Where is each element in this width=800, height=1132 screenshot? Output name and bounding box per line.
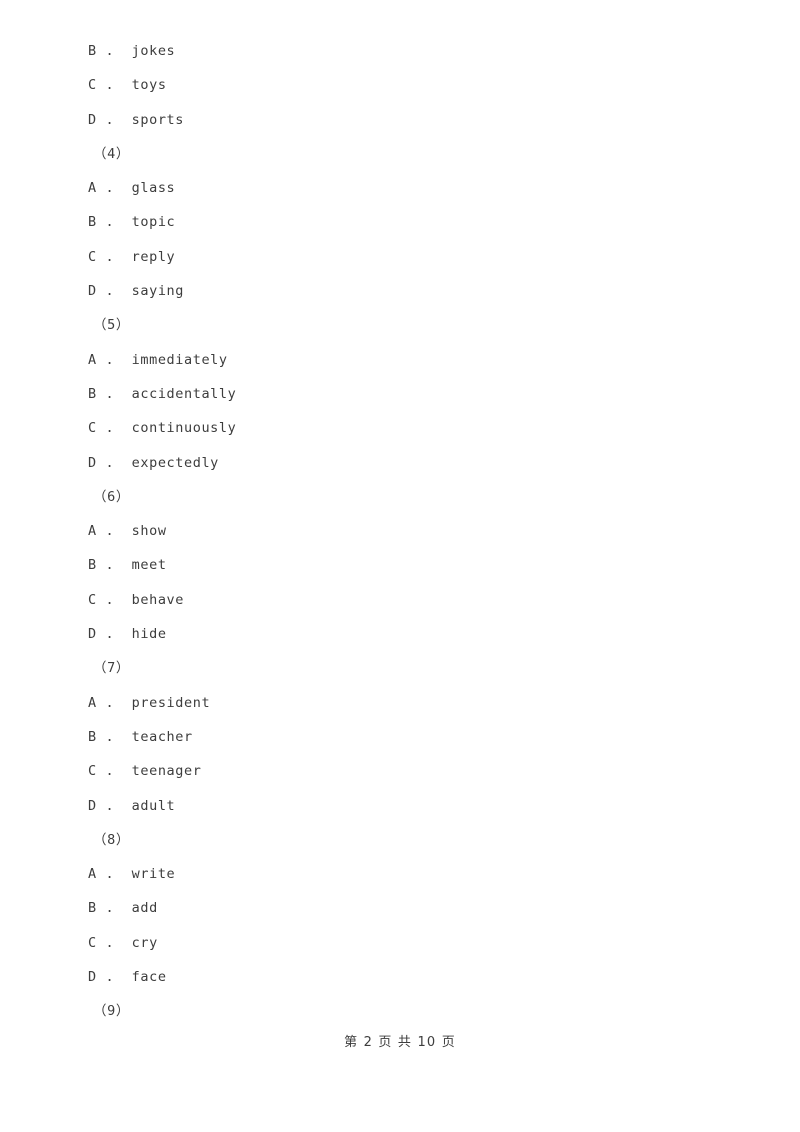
document-page: B . jokes C . toys D . sports （4） A . glass B… bbox=[0, 0, 800, 1132]
question-options-list: B . jokes C . toys D . sports （4） A . glass B… bbox=[88, 34, 728, 1029]
answer-option[interactable]: C . behave bbox=[88, 583, 728, 617]
answer-option[interactable]: A . write bbox=[88, 857, 728, 891]
answer-option[interactable]: C . toys bbox=[88, 68, 728, 102]
answer-option[interactable]: A . president bbox=[88, 686, 728, 720]
question-number: （7） bbox=[93, 660, 130, 677]
answer-option[interactable]: D . expectedly bbox=[88, 446, 728, 480]
answer-option[interactable]: C . cry bbox=[88, 926, 728, 960]
answer-option[interactable]: B . teacher bbox=[88, 720, 728, 754]
question-number: （4） bbox=[93, 145, 130, 162]
answer-option[interactable]: A . glass bbox=[88, 171, 728, 205]
answer-option[interactable]: C . continuously bbox=[88, 411, 728, 445]
page-footer: 第 2 页 共 10 页 bbox=[344, 1035, 456, 1050]
answer-option[interactable]: B . jokes bbox=[88, 34, 728, 68]
question-number: （5） bbox=[93, 317, 130, 334]
answer-option[interactable]: A . show bbox=[88, 514, 728, 548]
answer-option[interactable]: B . meet bbox=[88, 548, 728, 582]
question-number: （8） bbox=[93, 831, 130, 848]
answer-option[interactable]: D . sports bbox=[88, 103, 728, 137]
answer-option[interactable]: C . teenager bbox=[88, 754, 728, 788]
question-number: （9） bbox=[93, 1003, 130, 1020]
answer-option[interactable]: B . accidentally bbox=[88, 377, 728, 411]
answer-option[interactable]: D . saying bbox=[88, 274, 728, 308]
answer-option[interactable]: B . topic bbox=[88, 205, 728, 239]
answer-option[interactable]: D . adult bbox=[88, 789, 728, 823]
answer-option[interactable]: D . face bbox=[88, 960, 728, 994]
answer-option[interactable]: C . reply bbox=[88, 240, 728, 274]
answer-option[interactable]: A . immediately bbox=[88, 343, 728, 377]
answer-option[interactable]: D . hide bbox=[88, 617, 728, 651]
answer-option[interactable]: B . add bbox=[88, 891, 728, 925]
question-number: （6） bbox=[93, 488, 130, 505]
